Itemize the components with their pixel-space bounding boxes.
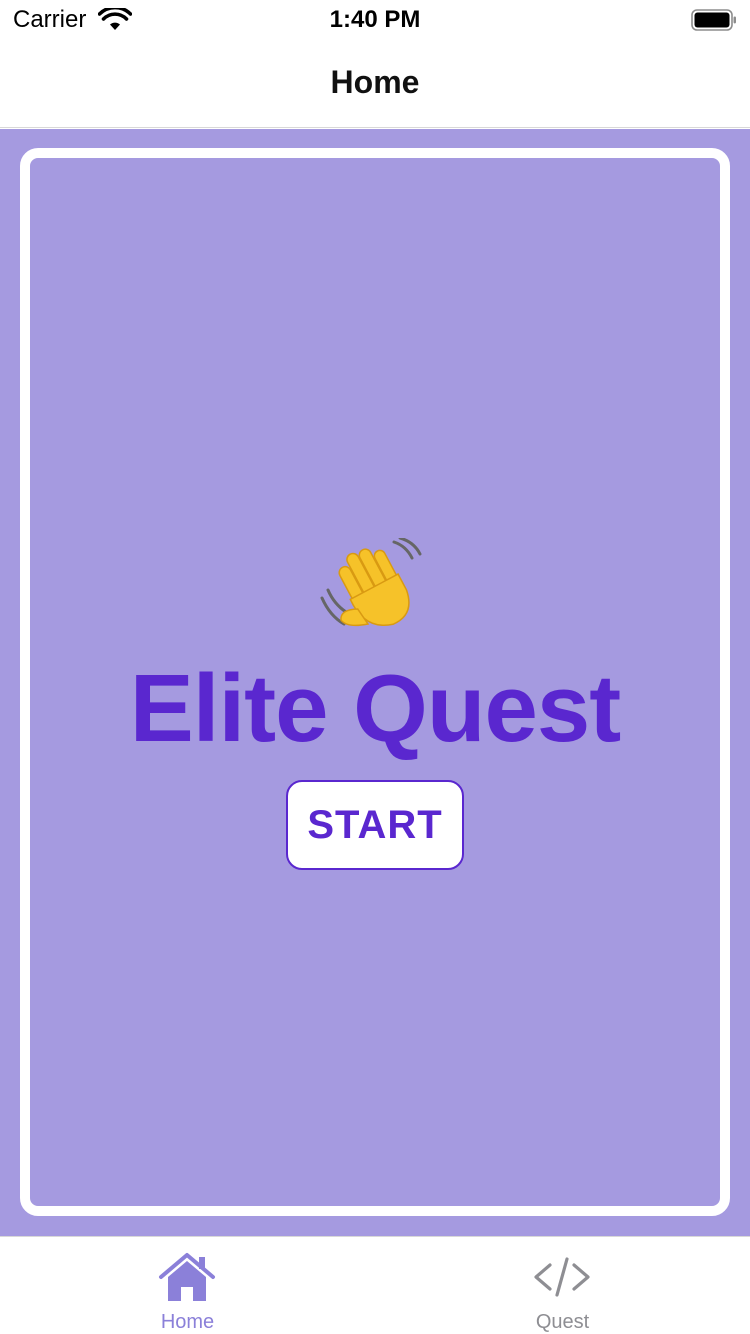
tab-quest[interactable]: Quest bbox=[375, 1237, 750, 1334]
battery-icon bbox=[691, 9, 736, 31]
tab-bar: Home Quest bbox=[0, 1236, 750, 1334]
clock: 1:40 PM bbox=[329, 6, 421, 33]
tab-label-quest: Quest bbox=[535, 1311, 590, 1333]
house-icon bbox=[159, 1253, 215, 1301]
app-title: Elite Quest bbox=[129, 655, 621, 762]
status-bar: Carrier 1:40 PM bbox=[0, 0, 750, 40]
main-content: Elite Quest START bbox=[0, 129, 750, 1236]
page-title: Home bbox=[330, 64, 420, 100]
tab-label-home: Home bbox=[160, 1311, 215, 1333]
home-card: Elite Quest START bbox=[20, 148, 730, 1216]
code-brackets-icon bbox=[534, 1257, 590, 1297]
app-screen: Carrier 1:40 PM Home Elite Quest START H… bbox=[0, 0, 750, 1334]
start-button[interactable]: START bbox=[286, 780, 464, 870]
tab-home[interactable]: Home bbox=[0, 1237, 375, 1334]
waving-hand-icon bbox=[320, 538, 422, 627]
navigation-bar: Home bbox=[0, 40, 750, 128]
card-body: Elite Quest START bbox=[30, 158, 720, 1206]
